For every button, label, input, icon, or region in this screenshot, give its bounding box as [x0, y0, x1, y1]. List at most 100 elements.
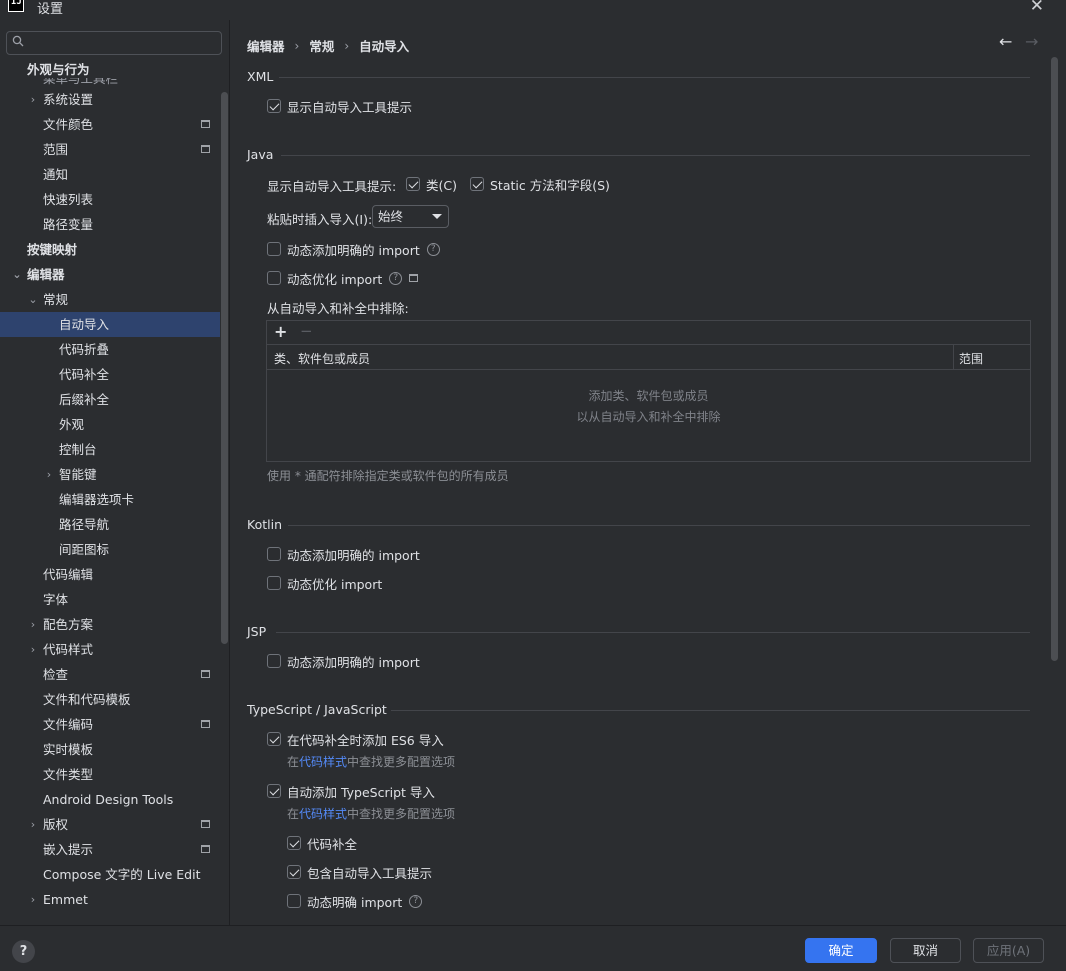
- help-icon[interactable]: ?: [426, 242, 440, 256]
- checkbox[interactable]: [267, 99, 281, 113]
- ok-button[interactable]: 确定: [805, 938, 877, 963]
- help-icon[interactable]: ?: [389, 271, 403, 285]
- checkbox[interactable]: [267, 242, 281, 256]
- sidebar-item[interactable]: › 配色方案: [0, 612, 220, 637]
- sidebar-item[interactable]: 间距图标: [0, 537, 220, 562]
- section-divider: [288, 525, 1030, 526]
- sidebar-item[interactable]: 文件类型: [0, 762, 220, 787]
- sidebar-item[interactable]: 快速列表: [0, 187, 220, 212]
- checkbox[interactable]: [287, 865, 301, 879]
- breadcrumb-editor[interactable]: 编辑器: [247, 36, 285, 55]
- sidebar-item[interactable]: 文件编码: [0, 712, 220, 737]
- back-arrow-icon[interactable]: ←: [999, 32, 1012, 51]
- sidebar-item[interactable]: › 版权: [0, 812, 220, 837]
- sidebar-item[interactable]: 字体: [0, 587, 220, 612]
- sidebar-item[interactable]: ⌄ 常规: [0, 287, 220, 312]
- checkbox[interactable]: [267, 654, 281, 668]
- ts-completion-checkbox[interactable]: 代码补全: [287, 834, 357, 852]
- sidebar-item[interactable]: › Emmet: [0, 887, 220, 912]
- checkbox[interactable]: [406, 177, 420, 191]
- sidebar-item[interactable]: 检查: [0, 662, 220, 687]
- sidebar-item[interactable]: 外观: [0, 412, 220, 437]
- checkbox[interactable]: [470, 177, 484, 191]
- chevron-right-icon[interactable]: ›: [27, 637, 39, 662]
- ts-include-popup-checkbox[interactable]: 包含自动导入工具提示: [287, 863, 432, 881]
- cancel-button[interactable]: 取消: [890, 938, 961, 963]
- breadcrumb-general[interactable]: 常规: [309, 36, 334, 55]
- java-optimize-checkbox[interactable]: 动态优化 import ?: [267, 269, 419, 287]
- sidebar-item[interactable]: 范围: [0, 137, 220, 162]
- sidebar-item[interactable]: Android Design Tools: [0, 787, 220, 812]
- xml-show-popup-checkbox[interactable]: 显示自动导入工具提示: [267, 97, 412, 115]
- help-icon[interactable]: ?: [409, 894, 423, 908]
- sidebar-item[interactable]: 代码折叠: [0, 337, 220, 362]
- sidebar-item[interactable]: 代码补全: [0, 362, 220, 387]
- chevron-right-icon[interactable]: ›: [27, 887, 39, 912]
- sidebar-item-label: 检查: [43, 667, 69, 682]
- apply-button[interactable]: 应用(A): [973, 938, 1044, 963]
- sidebar-item[interactable]: 控制台: [0, 437, 220, 462]
- sidebar-item[interactable]: 编辑器选项卡: [0, 487, 220, 512]
- chevron-right-icon[interactable]: ›: [27, 612, 39, 637]
- kotlin-optimize-checkbox[interactable]: 动态优化 import: [267, 574, 382, 592]
- code-style-link[interactable]: 代码样式: [299, 755, 347, 769]
- checkbox[interactable]: [267, 576, 281, 590]
- kotlin-add-unambiguous-checkbox[interactable]: 动态添加明确的 import: [267, 545, 420, 563]
- sidebar-item-label: 代码折叠: [59, 342, 110, 357]
- column-header-scope[interactable]: 范围: [959, 350, 983, 367]
- sidebar-item[interactable]: 代码编辑: [0, 562, 220, 587]
- close-icon[interactable]: ✕: [1030, 0, 1044, 16]
- chevron-right-icon[interactable]: ›: [27, 812, 39, 837]
- sidebar-item[interactable]: 嵌入提示: [0, 837, 220, 862]
- sidebar-item-label: 字体: [43, 592, 69, 607]
- sidebar-group-appearance[interactable]: 外观与行为: [0, 62, 220, 78]
- jsp-add-unambiguous-checkbox[interactable]: 动态添加明确的 import: [267, 652, 420, 670]
- forward-arrow-icon[interactable]: →: [1025, 32, 1038, 51]
- search-input[interactable]: [31, 34, 217, 52]
- checkbox-label: 自动添加 TypeScript 导入: [287, 784, 435, 800]
- chevron-down-icon[interactable]: ⌄: [11, 262, 23, 287]
- java-add-unambiguous-checkbox[interactable]: 动态添加明确的 import ?: [267, 240, 440, 258]
- sidebar-item[interactable]: 后缀补全: [0, 387, 220, 412]
- add-icon[interactable]: +: [274, 322, 287, 341]
- sidebar-item-label: 系统设置: [43, 92, 94, 107]
- chevron-right-icon[interactable]: ›: [43, 462, 55, 487]
- chevron-down-icon[interactable]: ⌄: [27, 287, 39, 312]
- sidebar-item[interactable]: Compose 文字的 Live Edit: [0, 862, 220, 887]
- checkbox[interactable]: [267, 784, 281, 798]
- sidebar-item[interactable]: › 智能键: [0, 462, 220, 487]
- remove-icon[interactable]: −: [300, 322, 313, 340]
- java-classes-checkbox[interactable]: 类(C): [406, 175, 457, 193]
- checkbox[interactable]: [267, 271, 281, 285]
- ts-es6-import-checkbox[interactable]: 在代码补全时添加 ES6 导入: [267, 730, 444, 748]
- sidebar-item-partial[interactable]: 菜单与工具栏: [0, 78, 220, 87]
- java-show-popup-label: 显示自动导入工具提示:: [267, 179, 397, 194]
- sidebar-item[interactable]: 路径导航: [0, 512, 220, 537]
- sidebar-item[interactable]: 文件和代码模板: [0, 687, 220, 712]
- content-scrollbar[interactable]: [1051, 57, 1058, 661]
- sidebar-item[interactable]: › 系统设置: [0, 87, 220, 112]
- sidebar-scrollbar[interactable]: [221, 92, 228, 644]
- sidebar-item[interactable]: 文件颜色: [0, 112, 220, 137]
- sidebar-item[interactable]: 实时模板: [0, 737, 220, 762]
- ts-typescript-import-checkbox[interactable]: 自动添加 TypeScript 导入: [267, 782, 435, 800]
- sidebar-item[interactable]: ⌄ 编辑器: [0, 262, 220, 287]
- java-static-checkbox[interactable]: Static 方法和字段(S): [470, 175, 610, 193]
- sidebar-item[interactable]: 按键映射: [0, 237, 220, 262]
- sidebar-item[interactable]: 通知: [0, 162, 220, 187]
- sidebar-item[interactable]: 路径变量: [0, 212, 220, 237]
- checkbox[interactable]: [287, 836, 301, 850]
- paste-import-dropdown[interactable]: 始终: [372, 205, 449, 228]
- checkbox[interactable]: [267, 732, 281, 746]
- ts-unambiguous-checkbox[interactable]: 动态明确 import ?: [287, 892, 423, 910]
- sidebar-item[interactable]: › 代码样式: [0, 637, 220, 662]
- search-box[interactable]: [6, 31, 222, 55]
- help-button[interactable]: ?: [12, 940, 35, 963]
- checkbox[interactable]: [267, 547, 281, 561]
- code-style-link[interactable]: 代码样式: [299, 807, 347, 821]
- chevron-right-icon[interactable]: ›: [27, 87, 39, 112]
- column-header-class[interactable]: 类、软件包或成员: [274, 350, 370, 367]
- checkbox[interactable]: [287, 894, 301, 908]
- sidebar-item[interactable]: 自动导入: [0, 312, 220, 337]
- settings-tree: 外观与行为 菜单与工具栏 › 系统设置 文件颜色 范围 通知 快速列表 路径变量 按键映射 ⌄ 编…: [0, 62, 220, 912]
